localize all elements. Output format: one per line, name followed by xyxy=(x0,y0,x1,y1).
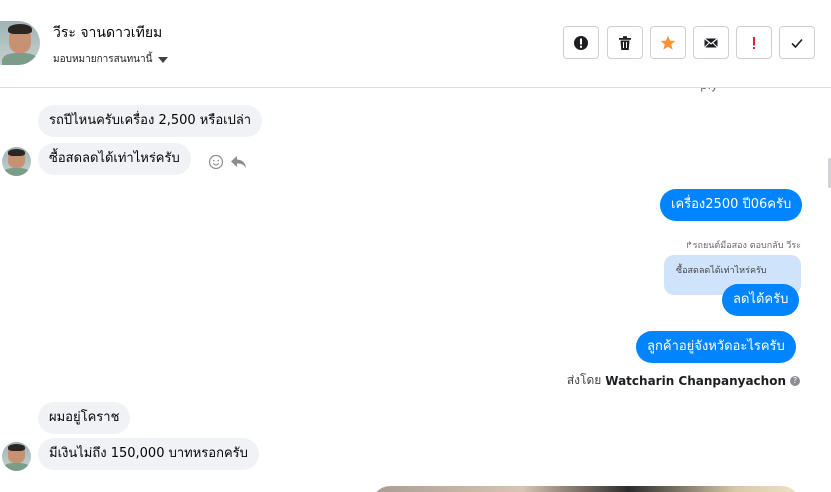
message-bubble-incoming[interactable]: ซื้อสดลดได้เท่าไหร่ครับ xyxy=(38,143,191,175)
message-bubble-incoming[interactable]: ผมอยู่โคราช xyxy=(38,402,131,434)
caret-down-icon xyxy=(158,56,169,63)
conversation-thread[interactable]: ply รถปีไหนครับเครื่อง 2,500 หรือเปล่า ซ… xyxy=(0,88,831,492)
mark-unread-button[interactable] xyxy=(693,26,729,59)
reply-arrow-icon: ↱ xyxy=(685,241,693,251)
check-icon xyxy=(791,38,803,48)
sent-by-prefix: ส่งโดย xyxy=(566,373,602,387)
exclamation-circle-icon xyxy=(574,35,588,50)
contact-avatar-small[interactable] xyxy=(2,442,31,471)
reply-meta-text: รถยนต์มือสอง ตอบกลับ วีระ xyxy=(692,241,801,251)
message-bubble-incoming[interactable]: มีเงินไม่ถึง 150,000 บาทหรอกครับ xyxy=(38,438,259,470)
emoji-reaction-icon[interactable] xyxy=(208,154,224,170)
sent-by-line: ส่งโดย Watcharin Chanpanyachon ? xyxy=(567,371,800,390)
assign-label: มอบหมายการสนทนานี้ xyxy=(53,54,153,65)
contact-avatar-small[interactable] xyxy=(2,147,31,176)
star-button[interactable] xyxy=(650,26,686,59)
avatar-image xyxy=(2,442,31,471)
message-actions xyxy=(208,154,248,170)
reply-icon[interactable] xyxy=(230,154,248,170)
exclamation-icon xyxy=(753,36,755,49)
contact-avatar[interactable] xyxy=(0,21,40,65)
message-bubble-incoming[interactable]: รถปีไหนครับเครื่อง 2,500 หรือเปล่า xyxy=(38,105,263,137)
assign-conversation-dropdown[interactable]: มอบหมายการสนทนานี้ xyxy=(53,52,169,67)
trash-icon xyxy=(619,35,631,50)
message-bubble-outgoing[interactable]: เครื่อง2500 ปี06ครับ xyxy=(660,189,803,221)
image-attachment[interactable] xyxy=(372,486,800,492)
message-bubble-outgoing[interactable]: ลดได้ครับ xyxy=(722,284,800,316)
important-button[interactable] xyxy=(736,26,772,59)
star-icon xyxy=(660,35,676,50)
message-bubble-outgoing[interactable]: ลูกค้าอยู่จังหวัดอะไรครับ xyxy=(636,331,796,363)
avatar-image xyxy=(2,147,31,176)
avatar-image xyxy=(0,21,40,65)
conversation-header: วีระ จานดาวเทียม มอบหมายการสนทนานี้ xyxy=(0,0,831,88)
envelope-icon xyxy=(704,37,718,48)
cutoff-text: ply xyxy=(700,88,718,92)
delete-button[interactable] xyxy=(607,26,643,59)
info-icon[interactable]: ? xyxy=(790,375,800,386)
spam-button[interactable] xyxy=(563,26,599,59)
done-button[interactable] xyxy=(779,26,815,59)
reply-meta: ↱รถยนต์มือสอง ตอบกลับ วีระ xyxy=(685,238,801,252)
sent-by-name[interactable]: Watcharin Chanpanyachon xyxy=(605,374,786,388)
contact-name[interactable]: วีระ จานดาวเทียม xyxy=(53,22,162,44)
